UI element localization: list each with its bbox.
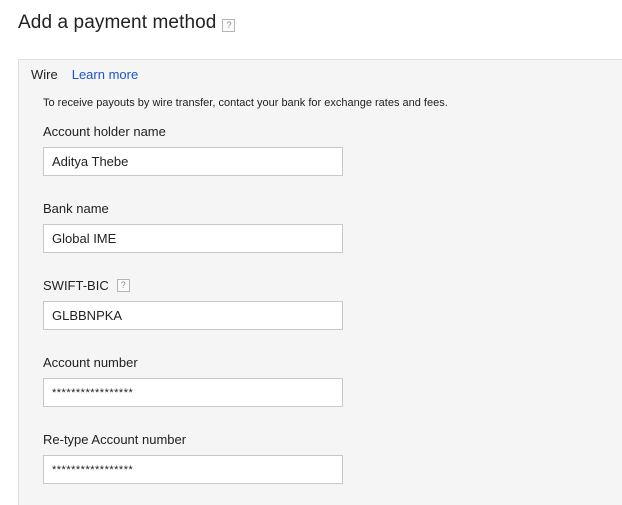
title-row: Add a payment method ? xyxy=(18,10,236,36)
bank-name-label: Bank name xyxy=(43,201,109,216)
panel-header: Wire Learn more xyxy=(31,67,138,82)
learn-more-link[interactable]: Learn more xyxy=(72,67,138,82)
wire-payment-panel: Wire Learn more To receive payouts by wi… xyxy=(18,59,622,505)
retype-account-number-input[interactable] xyxy=(43,455,343,484)
method-name: Wire xyxy=(31,67,58,82)
retype-account-number-label: Re-type Account number xyxy=(43,432,187,447)
account-holder-input[interactable] xyxy=(43,147,343,176)
account-number-label: Account number xyxy=(43,355,138,370)
swift-bic-label: SWIFT-BIC xyxy=(43,278,109,293)
swift-bic-label-row: SWIFT-BIC ? xyxy=(43,278,130,293)
page-title: Add a payment method xyxy=(18,12,217,33)
info-text: To receive payouts by wire transfer, con… xyxy=(43,97,448,109)
payment-method-page: Add a payment method ? Wire Learn more T… xyxy=(0,0,622,505)
swift-help-icon[interactable]: ? xyxy=(116,279,130,292)
swift-bic-input[interactable] xyxy=(43,301,343,330)
account-number-input[interactable] xyxy=(43,378,343,407)
help-icon[interactable]: ? xyxy=(222,18,236,32)
bank-name-input[interactable] xyxy=(43,224,343,253)
account-holder-label: Account holder name xyxy=(43,124,166,139)
